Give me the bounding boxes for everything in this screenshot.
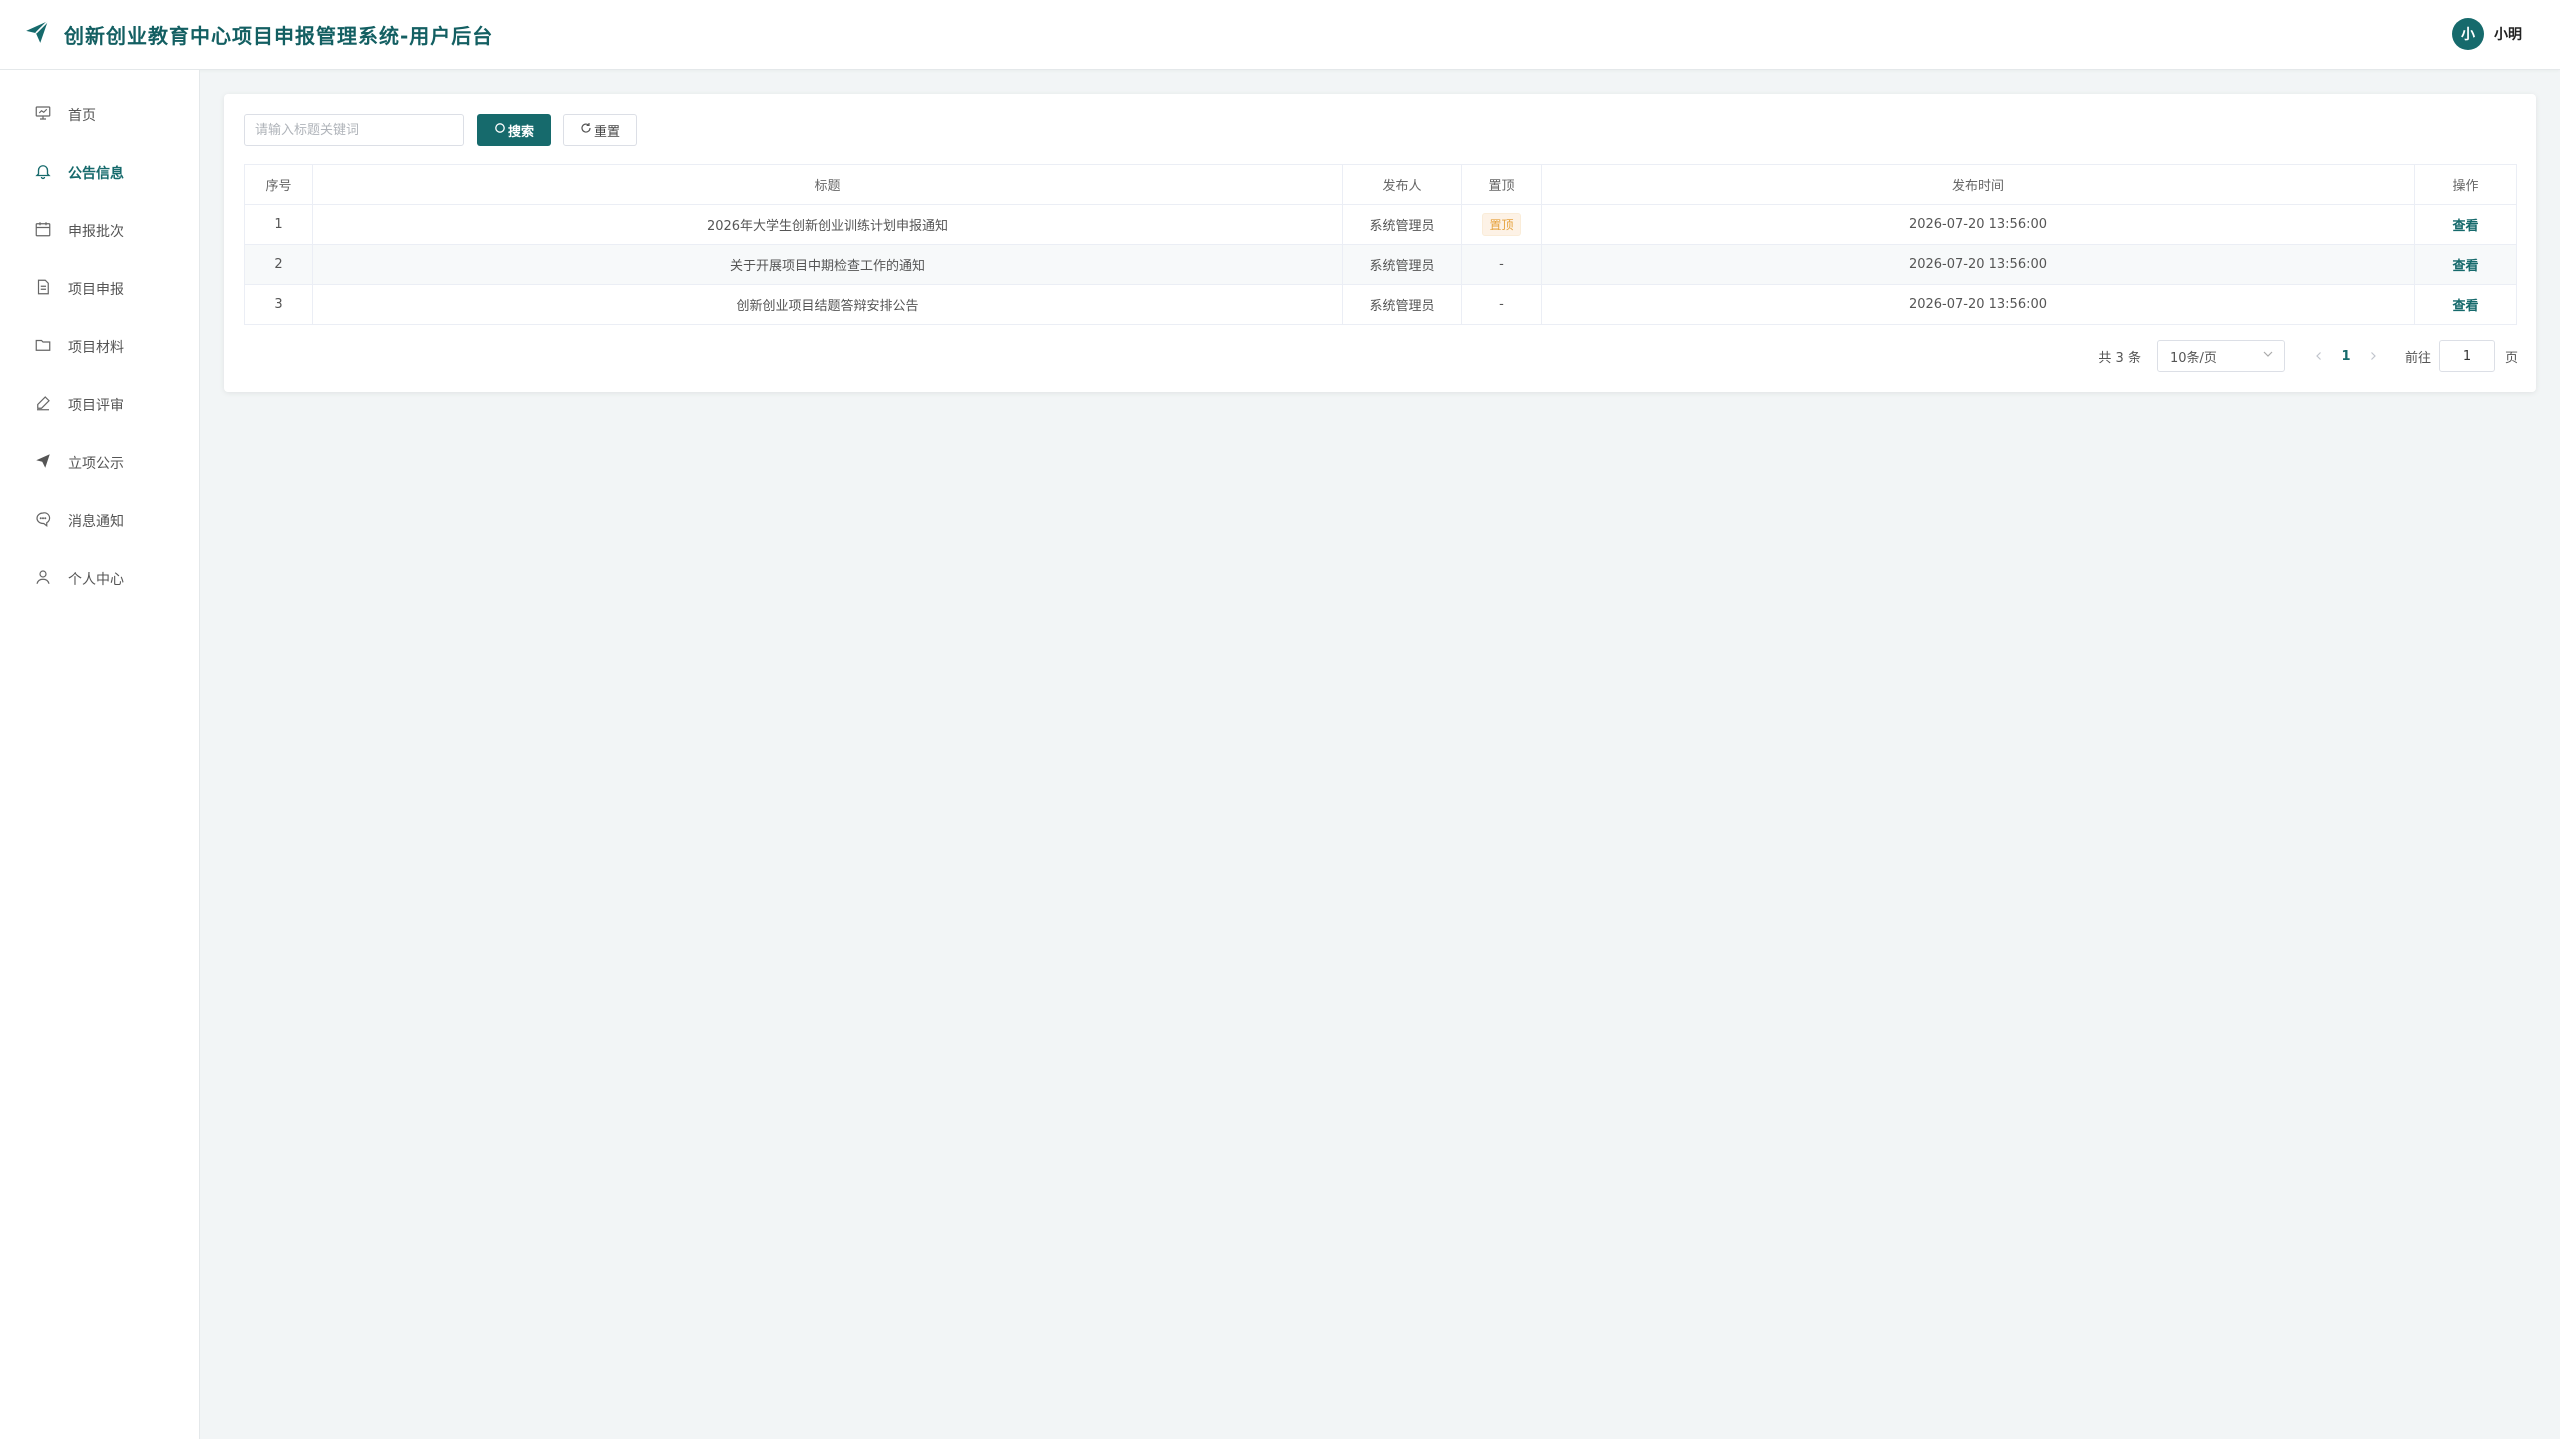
next-page-button[interactable]	[2361, 351, 2385, 361]
sidebar-item-label: 消息通知	[68, 514, 124, 530]
chat-icon	[34, 510, 68, 532]
sidebar-item-label: 个人中心	[68, 572, 124, 588]
search-icon	[494, 122, 508, 138]
total-count: 共 3 条	[2098, 350, 2141, 366]
cell-action: 查看	[2414, 244, 2517, 285]
avatar[interactable]: 小	[2452, 18, 2484, 50]
goto-page-input[interactable]	[2438, 340, 2495, 372]
page-size-select[interactable]: 10条/页	[2156, 340, 2285, 372]
sidebar-item-label: 公告信息	[68, 166, 124, 182]
cell-time: 2026-07-20 13:56:00	[1541, 284, 2415, 325]
page-suffix: 页	[2504, 350, 2518, 366]
folder-icon	[34, 336, 68, 358]
top-header: 创新创业教育中心项目申报管理系统-用户后台 小 小明	[0, 0, 2560, 70]
sidebar-item-label: 项目评审	[68, 398, 124, 414]
pagination: 共 3 条 10条/页 1 前往 页	[2098, 340, 2518, 372]
sidebar-item-label: 项目申报	[68, 282, 124, 298]
cell-pinned: -	[1461, 244, 1542, 285]
sidebar-item-messages[interactable]: 消息通知	[0, 492, 199, 550]
announcement-table: 序号 标题 发布人 置顶 发布时间 操作 1 2026年大学生创新创业训练计划申…	[244, 164, 2517, 325]
dashboard-icon	[34, 104, 68, 126]
app-title: 创新创业教育中心项目申报管理系统-用户后台	[64, 23, 494, 48]
sidebar-item-label: 立项公示	[68, 456, 124, 472]
view-link[interactable]: 查看	[2452, 259, 2478, 274]
col-header-pinned: 置顶	[1461, 164, 1542, 205]
sidebar-item-project-apply[interactable]: 项目申报	[0, 260, 199, 318]
user-menu[interactable]: 小 小明	[2452, 18, 2522, 50]
table-row: 2 关于开展项目中期检查工作的通知 系统管理员 - 2026-07-20 13:…	[244, 244, 2517, 285]
sidebar-item-batches[interactable]: 申报批次	[0, 202, 199, 260]
sidebar-item-materials[interactable]: 项目材料	[0, 318, 199, 376]
chevron-right-icon	[2371, 352, 2376, 360]
table-row: 1 2026年大学生创新创业训练计划申报通知 系统管理员 置顶 2026-07-…	[244, 204, 2517, 245]
cell-pinned: 置顶	[1461, 204, 1542, 245]
col-header-title: 标题	[312, 164, 1343, 205]
pen-icon	[34, 394, 68, 416]
view-link[interactable]: 查看	[2452, 219, 2478, 234]
calendar-icon	[34, 220, 68, 242]
paper-plane-icon	[34, 452, 68, 474]
col-header-time: 发布时间	[1541, 164, 2415, 205]
user-icon	[34, 568, 68, 590]
goto-label: 前往	[2404, 350, 2431, 366]
sidebar-item-review[interactable]: 项目评审	[0, 376, 199, 434]
announcement-card: 搜索 重置 序号 标题 发布人 置顶 发布时间 操作	[224, 94, 2536, 392]
table-header-row: 序号 标题 发布人 置顶 发布时间 操作	[244, 164, 2517, 205]
brand: 创新创业教育中心项目申报管理系统-用户后台	[24, 19, 493, 49]
sidebar-item-publicity[interactable]: 立项公示	[0, 434, 199, 492]
cell-title: 2026年大学生创新创业训练计划申报通知	[312, 204, 1343, 245]
col-header-no: 序号	[244, 164, 313, 205]
cell-title: 创新创业项目结题答辩安排公告	[312, 284, 1343, 325]
bell-icon	[34, 162, 68, 184]
cell-no: 1	[244, 204, 313, 245]
table-row: 3 创新创业项目结题答辩安排公告 系统管理员 - 2026-07-20 13:5…	[244, 284, 2517, 325]
sidebar-item-announcements[interactable]: 公告信息	[0, 144, 199, 202]
cell-title: 关于开展项目中期检查工作的通知	[312, 244, 1343, 285]
sidebar: 首页 公告信息 申报批次 项目申报 项目材料 项目评审 立项公示 消息通知 个人…	[0, 70, 200, 1439]
cell-publisher: 系统管理员	[1342, 284, 1462, 325]
search-button[interactable]: 搜索	[477, 114, 551, 146]
cell-time: 2026-07-20 13:56:00	[1541, 204, 2415, 245]
chevron-left-icon	[2316, 352, 2321, 360]
view-link[interactable]: 查看	[2452, 299, 2478, 314]
search-input[interactable]	[244, 114, 464, 146]
cell-no: 2	[244, 244, 313, 285]
cell-action: 查看	[2414, 204, 2517, 245]
sidebar-item-label: 项目材料	[68, 340, 124, 356]
cell-action: 查看	[2414, 284, 2517, 325]
sidebar-item-profile[interactable]: 个人中心	[0, 550, 199, 608]
cell-time: 2026-07-20 13:56:00	[1541, 244, 2415, 285]
cell-pinned: -	[1461, 284, 1542, 325]
prev-page-button[interactable]	[2307, 351, 2331, 361]
reset-button[interactable]: 重置	[563, 114, 637, 146]
chevron-down-icon	[2262, 348, 2274, 364]
paper-plane-icon	[24, 19, 50, 49]
sidebar-item-label: 申报批次	[68, 224, 124, 240]
cell-publisher: 系统管理员	[1342, 204, 1462, 245]
sidebar-item-home[interactable]: 首页	[0, 86, 199, 144]
col-header-action: 操作	[2414, 164, 2517, 205]
page-number-current[interactable]: 1	[2331, 349, 2361, 364]
refresh-icon	[580, 122, 594, 138]
document-icon	[34, 278, 68, 300]
sidebar-item-label: 首页	[68, 108, 96, 124]
username[interactable]: 小明	[2494, 24, 2522, 44]
col-header-publisher: 发布人	[1342, 164, 1462, 205]
cell-no: 3	[244, 284, 313, 325]
pinned-tag: 置顶	[1482, 213, 1521, 236]
cell-publisher: 系统管理员	[1342, 244, 1462, 285]
